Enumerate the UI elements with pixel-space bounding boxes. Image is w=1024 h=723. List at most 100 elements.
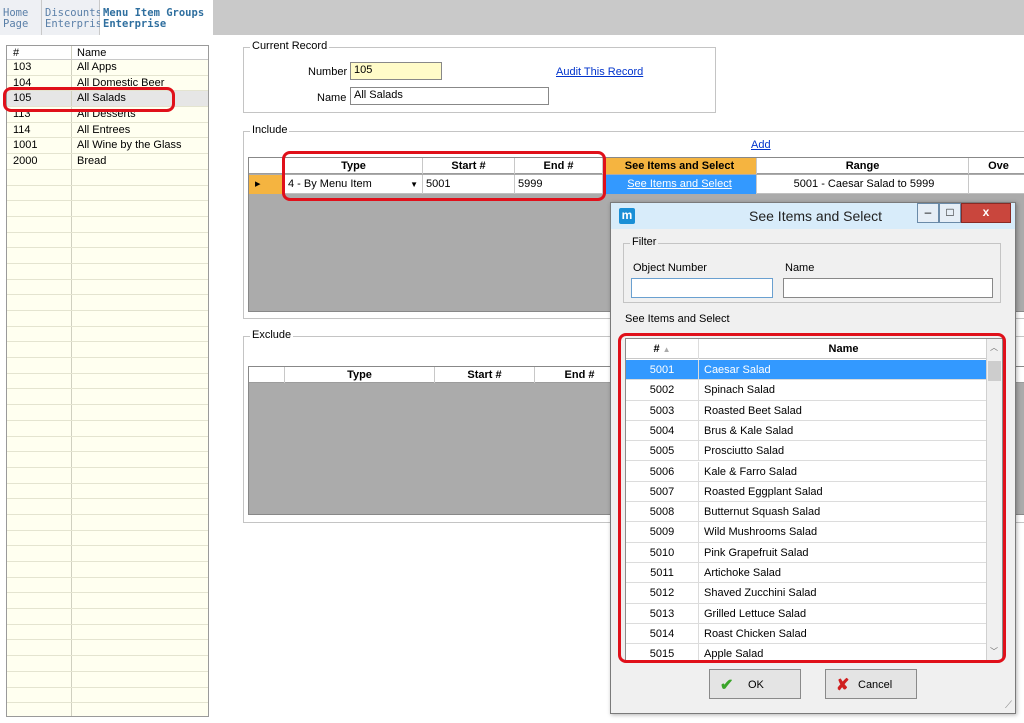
ok-label: OK bbox=[748, 679, 764, 691]
tab-menu-item-groups[interactable]: Menu Item Groups Enterprise bbox=[100, 0, 214, 35]
column-header-range: Range bbox=[757, 158, 969, 174]
item-number: 5012 bbox=[626, 583, 699, 603]
name-field[interactable]: All Salads bbox=[350, 87, 549, 105]
filter-name-label: Name bbox=[785, 262, 815, 274]
type-value: 4 - By Menu Item bbox=[288, 178, 372, 190]
tab-home-page[interactable]: Home Page bbox=[0, 0, 42, 35]
name-label: Name bbox=[317, 92, 347, 104]
item-number: 5009 bbox=[626, 522, 699, 542]
record-row bbox=[7, 169, 208, 186]
record-row bbox=[7, 326, 208, 343]
column-header-name: Name bbox=[77, 47, 107, 59]
row-pointer-icon: ▸ bbox=[249, 175, 285, 194]
item-row[interactable]: 5005 Prosciutto Salad bbox=[626, 441, 988, 462]
record-row[interactable]: 1001 All Wine by the Glass bbox=[7, 138, 208, 155]
tab-discounts[interactable]: Discounts Enterprise bbox=[42, 0, 108, 35]
end-number-cell[interactable]: 5999 bbox=[515, 175, 603, 194]
ok-button[interactable]: ✔ OK bbox=[709, 669, 801, 699]
record-row bbox=[7, 671, 208, 688]
record-number: 103 bbox=[13, 61, 32, 73]
item-row[interactable]: 5013 Grilled Lettuce Salad bbox=[626, 603, 988, 624]
object-number-input[interactable] bbox=[631, 278, 773, 298]
dialog-title: See Items and Select bbox=[749, 208, 883, 224]
item-row[interactable]: 5009 Wild Mushrooms Salad bbox=[626, 522, 988, 543]
close-icon[interactable]: x bbox=[961, 203, 1011, 223]
item-name: Wild Mushrooms Salad bbox=[704, 526, 818, 539]
item-name: Grilled Lettuce Salad bbox=[704, 607, 807, 620]
record-row bbox=[7, 358, 208, 374]
record-row bbox=[7, 279, 208, 296]
record-row[interactable]: 113 All Desserts bbox=[7, 107, 208, 123]
item-row[interactable]: 5008 Butternut Squash Salad bbox=[626, 502, 988, 523]
type-select[interactable]: 4 - By Menu Item ▼ bbox=[285, 175, 423, 194]
item-name: Caesar Salad bbox=[704, 364, 771, 376]
row-header-cell bbox=[249, 158, 285, 174]
checkmark-icon: ✔ bbox=[720, 677, 734, 694]
resize-grip-icon[interactable]: ⟋ bbox=[1005, 700, 1012, 711]
items-list-header: # ▲ Name bbox=[626, 339, 988, 359]
record-row bbox=[7, 640, 208, 657]
item-name: Kale & Farro Salad bbox=[704, 465, 797, 478]
cross-icon: ✘ bbox=[836, 677, 850, 694]
item-row[interactable]: 5011 Artichoke Salad bbox=[626, 563, 988, 584]
item-name: Pink Grapefruit Salad bbox=[704, 546, 809, 559]
dialog-titlebar[interactable]: m See Items and Select – □ x bbox=[611, 203, 1015, 229]
audit-record-link[interactable]: Audit This Record bbox=[556, 66, 643, 78]
column-header-number[interactable]: # ▲ bbox=[626, 339, 699, 359]
item-number: 5005 bbox=[626, 441, 699, 461]
record-row[interactable]: 104 All Domestic Beer bbox=[7, 75, 208, 92]
cancel-button[interactable]: ✘ Cancel bbox=[825, 669, 917, 699]
record-row[interactable]: 114 All Entrees bbox=[7, 122, 208, 139]
record-row bbox=[7, 483, 208, 500]
record-row bbox=[7, 452, 208, 468]
cancel-label: Cancel bbox=[858, 679, 893, 691]
number-field[interactable]: 105 bbox=[350, 62, 442, 80]
item-row[interactable]: 5010 Pink Grapefruit Salad bbox=[626, 542, 988, 563]
scroll-down-icon[interactable]: ﹀ bbox=[990, 646, 998, 657]
see-items-link[interactable]: See Items and Select bbox=[627, 178, 732, 190]
column-header-override: Ove bbox=[969, 158, 1024, 174]
item-name: Butternut Squash Salad bbox=[704, 506, 821, 519]
record-name: All Wine by the Glass bbox=[77, 139, 182, 152]
chevron-down-icon[interactable]: ▼ bbox=[410, 175, 418, 194]
item-row[interactable]: 5003 Roasted Beet Salad bbox=[626, 400, 988, 421]
sort-ascending-icon: ▲ bbox=[662, 345, 671, 354]
scroll-up-icon[interactable]: ︿ bbox=[990, 342, 998, 353]
override-cell[interactable] bbox=[969, 175, 1024, 194]
item-number: 5003 bbox=[626, 400, 699, 420]
item-name: Prosciutto Salad bbox=[704, 445, 785, 458]
item-row[interactable]: 5004 Brus & Kale Salad bbox=[626, 420, 988, 442]
see-items-cell[interactable]: See Items and Select bbox=[603, 175, 757, 194]
include-row[interactable]: ▸ 4 - By Menu Item ▼ 5001 5999 See Items… bbox=[249, 175, 1024, 194]
item-row[interactable]: 5014 Roast Chicken Salad bbox=[626, 623, 988, 645]
tab-label: Page bbox=[3, 18, 29, 30]
vertical-scrollbar[interactable]: ︿ ﹀ bbox=[986, 339, 1002, 660]
column-header-type: Type bbox=[285, 367, 435, 383]
record-name: All Entrees bbox=[77, 123, 131, 136]
record-row[interactable]: 105 All Salads bbox=[7, 91, 208, 108]
row-header-cell bbox=[249, 367, 285, 383]
minimize-icon[interactable]: – bbox=[917, 203, 939, 223]
maximize-icon[interactable]: □ bbox=[939, 203, 961, 223]
tab-label: Enterprise bbox=[103, 18, 167, 30]
item-row[interactable]: 5006 Kale & Farro Salad bbox=[626, 461, 988, 482]
item-row[interactable]: 5002 Spinach Salad bbox=[626, 380, 988, 401]
item-row[interactable]: 5001 Caesar Salad bbox=[626, 360, 988, 381]
add-link[interactable]: Add bbox=[751, 139, 771, 151]
item-row[interactable]: 5015 Apple Salad bbox=[626, 644, 988, 660]
item-row[interactable]: 5007 Roasted Eggplant Salad bbox=[626, 481, 988, 503]
start-number-cell[interactable]: 5001 bbox=[423, 175, 515, 194]
object-number-label: Object Number bbox=[633, 262, 707, 274]
record-row bbox=[7, 295, 208, 311]
filter-name-input[interactable] bbox=[783, 278, 993, 298]
scroll-thumb[interactable] bbox=[988, 361, 1001, 381]
item-row[interactable]: 5012 Shaved Zucchini Salad bbox=[626, 583, 988, 604]
column-header-name[interactable]: Name bbox=[699, 339, 988, 359]
record-row bbox=[7, 624, 208, 641]
record-number: 114 bbox=[13, 123, 31, 136]
column-header-type: Type bbox=[285, 158, 423, 174]
record-row[interactable]: 103 All Apps bbox=[7, 60, 208, 76]
record-row bbox=[7, 703, 208, 716]
record-row[interactable]: 2000 Bread bbox=[7, 154, 208, 170]
exclude-legend: Exclude bbox=[250, 329, 294, 341]
